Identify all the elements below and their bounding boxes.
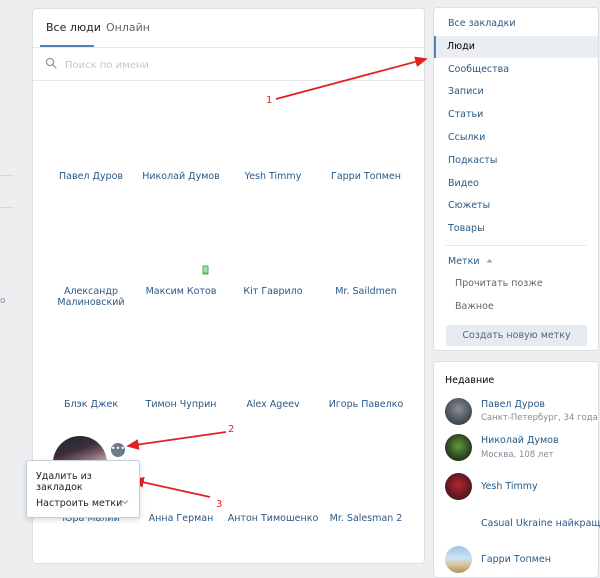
person-card[interactable]: Анна Герман xyxy=(133,513,229,524)
tags-header[interactable]: Метки xyxy=(448,256,493,267)
person-card[interactable]: Антон Тимошенко xyxy=(225,513,321,524)
people-bookmarks-panel: Все люди Онлайн Павел Дуров Николай Думо… xyxy=(26,8,425,564)
search-icon xyxy=(45,57,57,69)
tab-online[interactable]: Онлайн xyxy=(106,21,150,34)
sidebar-item-video[interactable]: Видео xyxy=(434,173,598,195)
sidebar-item-label: Видео xyxy=(448,178,479,189)
left-divider-bottom xyxy=(0,207,14,208)
sidebar-item-label: Записи xyxy=(448,86,484,97)
person-card[interactable]: Mr. Salesman 2 xyxy=(318,513,414,524)
sidebar-item-label: Товары xyxy=(448,223,485,234)
recent-subtitle: Москва, 108 лет xyxy=(481,450,554,460)
recent-name[interactable]: Павел Дуров xyxy=(481,399,545,410)
person-card[interactable]: Alex Ageev xyxy=(225,399,321,410)
left-divider-top xyxy=(0,175,14,176)
sidebar-item-label: Сюжеты xyxy=(448,200,491,211)
bookmark-context-menu: Удалить из закладок Настроить метки xyxy=(26,460,140,518)
person-card[interactable]: Гарри Топмен xyxy=(318,171,414,182)
tags-label: Метки xyxy=(448,256,480,267)
bookmarks-sidebar: Все закладки Люди Сообщества Записи Стат… xyxy=(433,7,599,351)
search-row xyxy=(33,48,424,81)
sidebar-item-links[interactable]: Ссылки xyxy=(434,127,598,149)
person-card[interactable]: Yesh Timmy xyxy=(225,171,321,182)
sidebar-item-communities[interactable]: Сообщества xyxy=(434,59,598,81)
more-dots-icon: ••• xyxy=(110,443,126,453)
recent-name[interactable]: Casual Ukraine найкращ... xyxy=(481,518,600,529)
sidebar-item-label: Люди xyxy=(447,41,475,52)
sidebar-item-all-bookmarks[interactable]: Все закладки xyxy=(434,13,598,35)
create-tag-button[interactable]: Создать новую метку xyxy=(446,325,587,346)
recent-subtitle: Санкт-Петербург, 34 года xyxy=(481,413,598,423)
recent-avatar[interactable] xyxy=(445,398,472,425)
person-card[interactable]: Николай Думов xyxy=(133,171,229,182)
recent-name[interactable]: Николай Думов xyxy=(481,435,559,446)
sidebar-item-articles[interactable]: Статьи xyxy=(434,104,598,126)
tab-all-people[interactable]: Все люди xyxy=(46,21,101,34)
chevron-down-icon xyxy=(121,500,129,505)
more-actions-button[interactable]: ••• xyxy=(109,441,127,459)
person-card[interactable]: Максим Котов xyxy=(133,286,229,297)
mobile-online-icon xyxy=(202,265,209,275)
sidebar-item-label: Сообщества xyxy=(448,64,510,75)
person-card[interactable]: Mr. Saildmen xyxy=(318,286,414,297)
sidebar-item-posts[interactable]: Записи xyxy=(434,81,598,103)
recent-name[interactable]: Yesh Timmy xyxy=(481,481,538,492)
sidebar-item-goods[interactable]: Товары xyxy=(434,218,598,240)
sidebar-item-label: Ссылки xyxy=(448,132,486,143)
sidebar-item-label: Подкасты xyxy=(448,155,498,166)
chevron-up-icon xyxy=(486,259,493,263)
sidebar-item-label: Все закладки xyxy=(448,18,516,29)
configure-tags-item[interactable]: Настроить метки xyxy=(36,498,122,509)
tag-item[interactable]: Прочитать позже xyxy=(455,278,543,289)
recent-avatar[interactable] xyxy=(445,434,472,461)
tabs-bar: Все люди Онлайн xyxy=(33,9,424,48)
person-card[interactable]: Александр Малиновский xyxy=(43,286,139,308)
person-card[interactable]: Игорь Павелко xyxy=(318,399,414,410)
active-tab-underline xyxy=(40,45,94,47)
person-card[interactable]: Блэк Джек xyxy=(43,399,139,410)
person-card[interactable]: Тимон Чуприн xyxy=(133,399,229,410)
sidebar-item-podcasts[interactable]: Подкасты xyxy=(434,150,598,172)
search-input[interactable] xyxy=(63,53,407,77)
recent-panel: Недавние Павел Дуров Санкт-Петербург, 34… xyxy=(433,361,600,578)
active-indicator xyxy=(434,36,436,58)
recent-title: Недавние xyxy=(445,375,495,386)
recent-avatar[interactable] xyxy=(445,546,472,573)
sidebar-divider xyxy=(446,245,586,246)
sidebar-item-people[interactable]: Люди xyxy=(434,36,598,58)
sidebar-item-stories[interactable]: Сюжеты xyxy=(434,195,598,217)
sidebar-item-label: Статьи xyxy=(448,109,484,120)
tag-item[interactable]: Важное xyxy=(455,301,494,312)
left-edge-text: о xyxy=(0,296,6,306)
person-card[interactable]: Павел Дуров xyxy=(43,171,139,182)
recent-name[interactable]: Гарри Топмен xyxy=(481,554,551,565)
remove-from-bookmarks-item[interactable]: Удалить из закладок xyxy=(36,471,139,493)
recent-avatar[interactable] xyxy=(445,473,472,500)
person-card[interactable]: Кіт Гаврило xyxy=(225,286,321,297)
